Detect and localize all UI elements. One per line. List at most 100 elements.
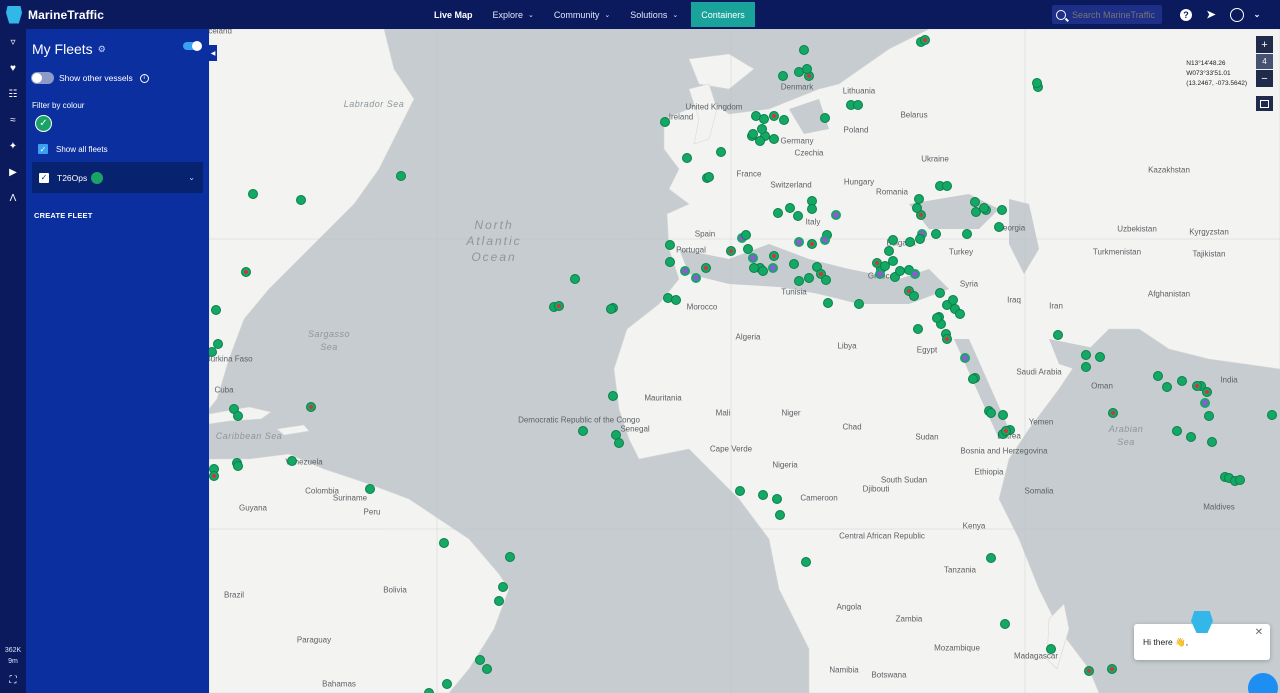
vessel-marker[interactable]	[1172, 426, 1182, 436]
vessel-marker[interactable]	[691, 273, 701, 283]
vessel-marker[interactable]	[994, 222, 1004, 232]
search-box[interactable]	[1052, 5, 1162, 24]
vessel-marker[interactable]	[807, 204, 817, 214]
vessel-marker[interactable]	[759, 114, 769, 124]
vessel-marker[interactable]	[665, 257, 675, 267]
fleets-toggle[interactable]	[183, 41, 202, 51]
vessel-marker[interactable]	[233, 411, 243, 421]
vessel-marker[interactable]	[1108, 408, 1118, 418]
vessel-marker[interactable]	[1081, 362, 1091, 372]
close-icon[interactable]: ✕	[1255, 627, 1263, 638]
vessel-marker[interactable]	[801, 557, 811, 567]
vessel-marker[interactable]	[296, 195, 306, 205]
vessel-marker[interactable]	[931, 229, 941, 239]
vessel-marker[interactable]	[888, 235, 898, 245]
vessel-marker[interactable]	[475, 655, 485, 665]
my-fleets-heart-icon[interactable]: ♥	[0, 55, 26, 81]
vessel-marker[interactable]	[1001, 426, 1011, 436]
vessel-marker[interactable]	[1207, 437, 1217, 447]
vessel-marker[interactable]	[853, 100, 863, 110]
vessel-marker[interactable]	[794, 276, 804, 286]
vessel-marker[interactable]	[1204, 411, 1214, 421]
zoom-in-button[interactable]: +	[1256, 36, 1273, 53]
vessel-marker[interactable]	[779, 115, 789, 125]
vessel-marker[interactable]	[880, 261, 890, 271]
vessel-marker[interactable]	[1177, 376, 1187, 386]
nav-solutions[interactable]: Solutions ⌄	[620, 0, 688, 29]
vessel-marker[interactable]	[494, 596, 504, 606]
vessel-marker[interactable]	[498, 582, 508, 592]
vessel-marker[interactable]	[942, 181, 952, 191]
fleet-item[interactable]: ✓ T26Ops ⌄	[32, 162, 203, 193]
vessel-marker[interactable]	[910, 269, 920, 279]
nav-community[interactable]: Community ⌄	[544, 0, 620, 29]
vessel-marker[interactable]	[211, 305, 221, 315]
vessel-marker[interactable]	[233, 461, 243, 471]
vessel-marker[interactable]	[758, 266, 768, 276]
vessel-marker[interactable]	[287, 456, 297, 466]
play-track-icon[interactable]: ▶	[0, 159, 26, 185]
vessel-marker[interactable]	[769, 251, 779, 261]
vessel-marker[interactable]	[768, 263, 778, 273]
vessel-marker[interactable]	[997, 205, 1007, 215]
vessel-marker[interactable]	[998, 410, 1008, 420]
help-icon[interactable]: ?	[1180, 8, 1192, 21]
vessel-marker[interactable]	[802, 64, 812, 74]
vessel-marker[interactable]	[306, 402, 316, 412]
vessel-marker[interactable]	[775, 510, 785, 520]
vessel-marker[interactable]	[820, 113, 830, 123]
vessel-marker[interactable]	[741, 230, 751, 240]
vessel-marker[interactable]	[773, 208, 783, 218]
vessel-marker[interactable]	[1202, 387, 1212, 397]
layers-icon[interactable]: ☷	[0, 81, 26, 107]
vessel-marker[interactable]	[248, 189, 258, 199]
vessel-marker[interactable]	[920, 35, 930, 45]
announcements-icon[interactable]: ➤	[1204, 8, 1218, 22]
vessel-marker[interactable]	[884, 246, 894, 256]
vessel-marker[interactable]	[1000, 619, 1010, 629]
filter-icon[interactable]: ▿	[0, 29, 26, 55]
vessel-marker[interactable]	[758, 490, 768, 500]
vessel-marker[interactable]	[1192, 381, 1202, 391]
vessel-marker[interactable]	[831, 210, 841, 220]
info-icon[interactable]: i	[139, 73, 149, 83]
vessel-marker[interactable]	[614, 438, 624, 448]
create-fleet-button[interactable]: CREATE FLEET	[34, 211, 93, 220]
vessel-marker[interactable]	[821, 275, 831, 285]
live-map[interactable]: North Atlantic Ocean Labrador Sea Sargass…	[209, 29, 1280, 693]
vessel-marker[interactable]	[935, 288, 945, 298]
vessel-marker[interactable]	[1053, 330, 1063, 340]
vessel-marker[interactable]	[794, 237, 804, 247]
vessel-marker[interactable]	[909, 291, 919, 301]
vessel-marker[interactable]	[905, 237, 915, 247]
gear-icon[interactable]: ⚙	[98, 44, 106, 55]
vessel-marker[interactable]	[804, 273, 814, 283]
vessel-marker[interactable]	[1235, 475, 1245, 485]
vessel-marker[interactable]	[608, 391, 618, 401]
weather-icon[interactable]: ≈	[0, 107, 26, 133]
vessel-marker[interactable]	[912, 203, 922, 213]
vessel-marker[interactable]	[854, 299, 864, 309]
vessel-marker[interactable]	[948, 295, 958, 305]
vessel-marker[interactable]	[660, 117, 670, 127]
vessel-marker[interactable]	[578, 426, 588, 436]
vessel-marker[interactable]	[778, 71, 788, 81]
measure-tool-icon[interactable]: ✦	[0, 133, 26, 159]
marinetraffic-logo[interactable]: MarineTraffic	[0, 0, 210, 29]
routes-icon[interactable]: Λ	[0, 185, 26, 211]
vessel-marker[interactable]	[979, 203, 989, 213]
vessel-marker[interactable]	[726, 246, 736, 256]
vessel-marker[interactable]	[396, 171, 406, 181]
search-input[interactable]	[1072, 9, 1160, 20]
vessel-marker[interactable]	[932, 313, 942, 323]
vessel-marker[interactable]	[785, 203, 795, 213]
chevron-down-icon[interactable]: ⌄	[188, 173, 195, 182]
green-colour-filter[interactable]: ✓	[35, 115, 52, 132]
vessel-marker[interactable]	[955, 309, 965, 319]
vessel-marker[interactable]	[439, 538, 449, 548]
vessel-marker[interactable]	[769, 111, 779, 121]
chevron-down-icon[interactable]: ⌄	[1250, 8, 1264, 22]
vessel-marker[interactable]	[665, 240, 675, 250]
vessel-marker[interactable]	[606, 304, 616, 314]
vessel-marker[interactable]	[1200, 398, 1210, 408]
